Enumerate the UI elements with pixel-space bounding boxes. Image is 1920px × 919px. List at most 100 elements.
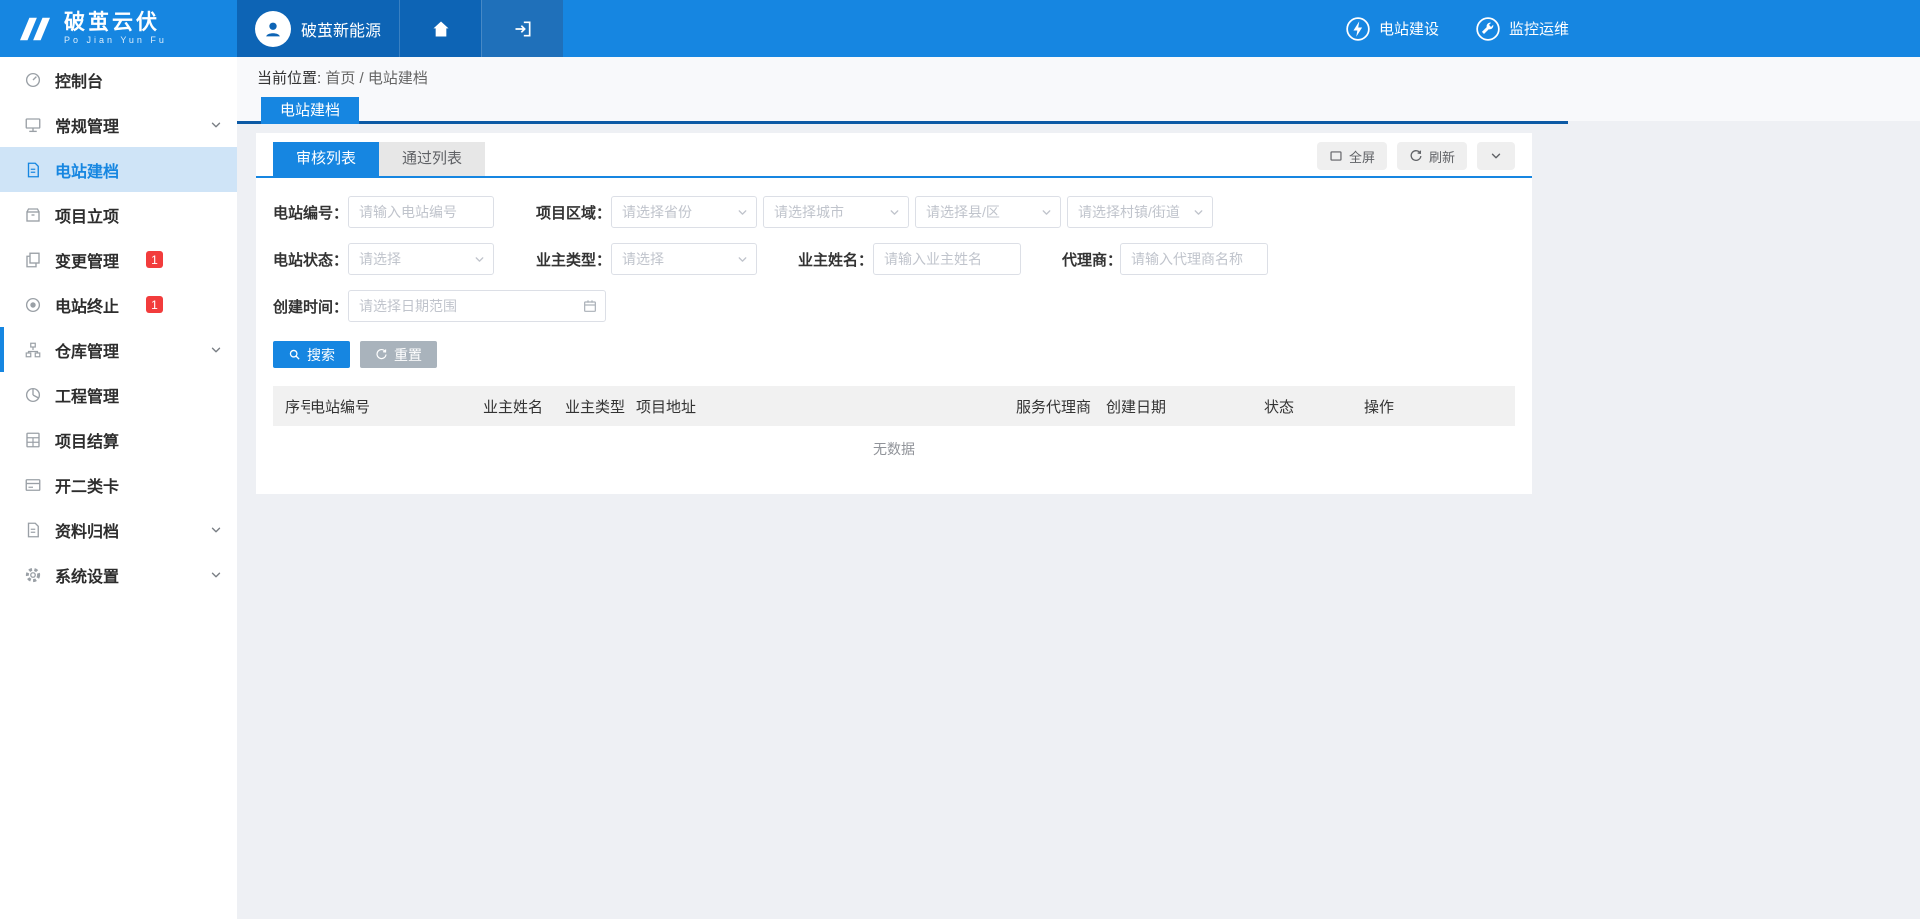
brand-title: 破茧云伏 xyxy=(64,11,167,34)
pie-chart-icon xyxy=(24,386,42,404)
sidebar-item-project-settlement[interactable]: 项目结算 xyxy=(0,417,237,462)
breadcrumb-label: 当前位置: xyxy=(257,70,321,87)
sidebar-item-system-settings[interactable]: 系统设置 xyxy=(0,552,237,597)
tab-passed-list[interactable]: 通过列表 xyxy=(379,142,485,176)
station-no-label: 电站编号： xyxy=(273,202,348,223)
sidebar-item-general-mgmt[interactable]: 常规管理 xyxy=(0,102,237,147)
record-icon xyxy=(24,296,42,314)
notification-badge: 1 xyxy=(146,251,163,268)
top-bar: 破茧云伏 Po Jian Yun Fu 破茧新能源 电站建设 xyxy=(0,0,1920,57)
home-icon xyxy=(431,19,451,39)
filter-row-3: 创建时间： xyxy=(273,290,1515,322)
app-root: 破茧云伏 Po Jian Yun Fu 破茧新能源 电站建设 xyxy=(0,0,1920,919)
tab-underline xyxy=(237,121,1568,124)
refresh-button[interactable]: 刷新 xyxy=(1397,142,1467,170)
col-status: 状态 xyxy=(1264,396,1364,417)
nav-monitoring-ops[interactable]: 监控运维 xyxy=(1475,16,1569,42)
user-avatar xyxy=(255,11,291,47)
date-range-field xyxy=(348,290,606,322)
col-seq: 序号 xyxy=(273,396,310,417)
workspace-bar: 破茧新能源 xyxy=(237,0,563,57)
home-button[interactable] xyxy=(399,0,481,57)
card-tabs: 审核列表 通过列表 全屏 刷新 xyxy=(256,133,1532,178)
sidebar-item-station-termination[interactable]: 电站终止 1 xyxy=(0,282,237,327)
box-icon xyxy=(24,206,42,224)
col-owner-type: 业主类型 xyxy=(565,396,636,417)
create-time-label: 创建时间： xyxy=(273,296,348,317)
login-exit-button[interactable] xyxy=(481,0,563,57)
nav-label: 监控运维 xyxy=(1509,18,1569,39)
sidebar-item-station-filing[interactable]: 电站建档 xyxy=(0,147,237,192)
topbar-actions: 电站建设 监控运维 xyxy=(1345,0,1569,57)
refresh-icon xyxy=(1409,149,1423,163)
lightning-circle-icon xyxy=(1345,16,1371,42)
logo-icon xyxy=(16,14,54,44)
nav-label: 电站建设 xyxy=(1379,18,1439,39)
page-tab-station-filing[interactable]: 电站建档 xyxy=(261,97,359,124)
card-toolbar: 全屏 刷新 xyxy=(1317,142,1515,176)
sidebar-item-class2-card[interactable]: 开二类卡 xyxy=(0,462,237,507)
main-content: 当前位置: 首页 / 电站建档 电站建档 审核列表 通过列表 全屏 刷新 xyxy=(237,57,1920,919)
chevron-down-icon xyxy=(473,253,486,266)
col-station-no: 电站编号 xyxy=(310,396,483,417)
city-select[interactable]: 请选择城市 xyxy=(763,196,909,228)
chevron-down-icon xyxy=(736,253,749,266)
col-actions: 操作 xyxy=(1364,396,1515,417)
brand-logo: 破茧云伏 Po Jian Yun Fu xyxy=(0,0,237,57)
calculator-icon xyxy=(24,431,42,449)
brand-subtitle: Po Jian Yun Fu xyxy=(64,36,167,46)
results-table: 序号 电站编号 业主姓名 业主类型 项目地址 服务代理商 创建日期 状态 操作 … xyxy=(273,386,1515,472)
calendar-icon[interactable] xyxy=(582,298,598,314)
nav-station-construction[interactable]: 电站建设 xyxy=(1345,16,1439,42)
company-name: 破茧新能源 xyxy=(301,17,381,41)
collapse-filters-button[interactable] xyxy=(1477,142,1515,170)
filter-row-1: 电站编号： 项目区域： 请选择省份 请选择城市 请选择县/区 xyxy=(273,196,1515,228)
station-status-select[interactable]: 请选择 xyxy=(348,243,494,275)
agent-label: 代理商： xyxy=(1062,249,1120,270)
notification-badge: 1 xyxy=(146,296,163,313)
owner-type-select[interactable]: 请选择 xyxy=(611,243,757,275)
document-icon xyxy=(24,161,42,179)
agent-input[interactable] xyxy=(1120,243,1268,275)
empty-state: 无数据 xyxy=(273,426,1515,472)
col-project-address: 项目地址 xyxy=(636,396,1016,417)
town-select[interactable]: 请选择村镇/街道 xyxy=(1067,196,1213,228)
fullscreen-button[interactable]: 全屏 xyxy=(1317,142,1387,170)
sidebar-item-console[interactable]: 控制台 xyxy=(0,57,237,102)
company-switcher[interactable]: 破茧新能源 xyxy=(237,0,399,57)
filter-actions: 搜索 重置 xyxy=(256,337,1532,368)
owner-type-label: 业主类型： xyxy=(536,249,611,270)
wrench-circle-icon xyxy=(1475,16,1501,42)
dashboard-icon xyxy=(24,71,42,89)
chevron-down-icon xyxy=(209,523,223,537)
station-no-input[interactable] xyxy=(348,196,494,228)
reset-button[interactable]: 重置 xyxy=(360,341,437,368)
breadcrumb: 当前位置: 首页 / 电站建档 xyxy=(257,67,1920,88)
region-label: 项目区域： xyxy=(536,202,611,223)
sidebar-item-change-mgmt[interactable]: 变更管理 1 xyxy=(0,237,237,282)
archive-icon xyxy=(24,521,42,539)
tab-review-list[interactable]: 审核列表 xyxy=(273,142,379,176)
owner-name-label: 业主姓名： xyxy=(798,249,873,270)
chevron-down-icon xyxy=(209,568,223,582)
page-header-strip: 当前位置: 首页 / 电站建档 电站建档 xyxy=(237,57,1920,121)
search-button[interactable]: 搜索 xyxy=(273,341,350,368)
reset-refresh-icon xyxy=(375,348,388,361)
sitemap-icon xyxy=(24,341,42,359)
county-select[interactable]: 请选择县/区 xyxy=(915,196,1061,228)
sidebar-item-engineering-mgmt[interactable]: 工程管理 xyxy=(0,372,237,417)
province-select[interactable]: 请选择省份 xyxy=(611,196,757,228)
chevron-down-icon xyxy=(736,206,749,219)
chevron-down-icon xyxy=(209,343,223,357)
sidebar-item-data-archive[interactable]: 资料归档 xyxy=(0,507,237,552)
sidebar-item-project-initiation[interactable]: 项目立项 xyxy=(0,192,237,237)
fullscreen-icon xyxy=(1329,149,1343,163)
filter-row-2: 电站状态： 请选择 业主类型： 请选择 业主姓名： 代理商： xyxy=(273,243,1515,275)
breadcrumb-path[interactable]: 首页 / 电站建档 xyxy=(325,70,428,87)
gear-icon xyxy=(24,566,42,584)
chevron-down-icon xyxy=(1192,206,1205,219)
date-range-input[interactable] xyxy=(348,290,606,322)
station-status-label: 电站状态： xyxy=(273,249,348,270)
owner-name-input[interactable] xyxy=(873,243,1021,275)
sidebar-item-warehouse-mgmt[interactable]: 仓库管理 xyxy=(0,327,237,372)
